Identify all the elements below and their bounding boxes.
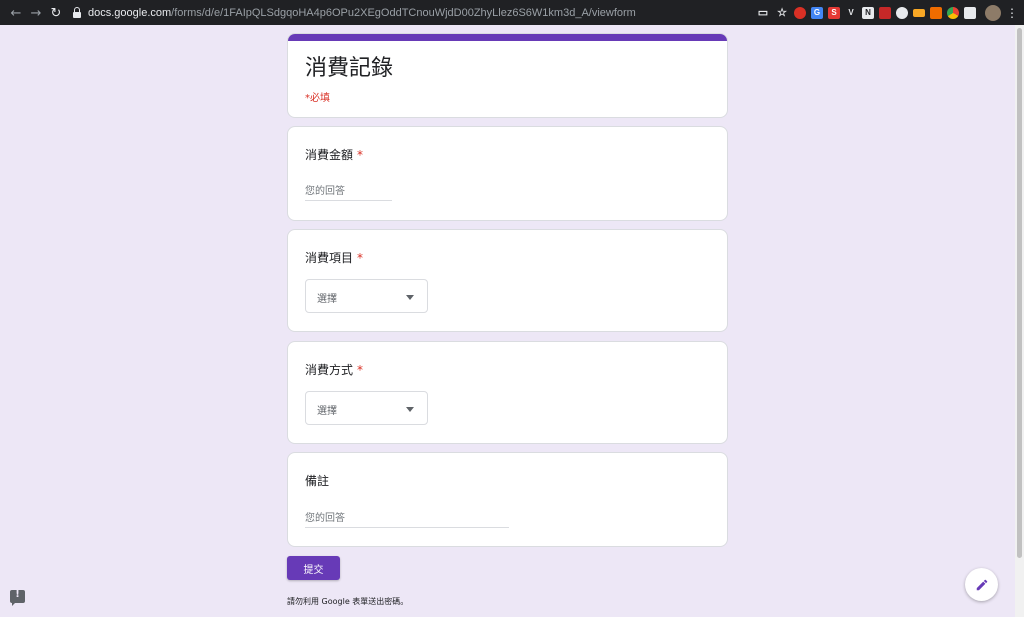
ext-chrome-icon[interactable] [947, 6, 959, 19]
required-asterisk: * [357, 363, 364, 377]
edit-button[interactable] [965, 568, 998, 601]
ext-mail-icon[interactable] [913, 8, 925, 17]
ext-github-icon[interactable] [896, 6, 908, 19]
question-label: 消費項目 [305, 251, 354, 265]
question-title: 消費項目 * [305, 249, 363, 266]
question-label: 消費金額 [305, 148, 354, 162]
question-title: 消費方式 * [305, 361, 363, 378]
caret-down-icon [406, 295, 414, 300]
accent-bar [288, 34, 727, 41]
page-scrollbar[interactable] [1015, 25, 1024, 617]
submit-button[interactable]: 提交 [287, 556, 340, 580]
ext-red-shield-icon[interactable] [794, 6, 806, 19]
question-card-notes: 備註 您的回答 [287, 452, 728, 547]
question-card-method: 消費方式 * 選擇 [287, 341, 728, 444]
required-asterisk: * [357, 251, 364, 265]
scrollbar-thumb[interactable] [1017, 28, 1022, 558]
ext-notion-icon[interactable]: N [862, 6, 874, 19]
question-label: 備註 [305, 474, 330, 488]
ext-fox-icon[interactable] [930, 6, 942, 19]
more-vert-icon[interactable]: ⋮ [1006, 6, 1018, 20]
question-title: 備註 [305, 472, 329, 489]
question-card-amount: 消費金額 * 您的回答 [287, 126, 728, 221]
ext-translate-icon[interactable]: G [811, 6, 823, 19]
item-dropdown[interactable]: 選擇 [305, 279, 428, 313]
reload-icon[interactable]: ↻ [46, 3, 66, 23]
url-path: /forms/d/e/1FAIpQLSdgqoHA4p6OPu2XEgOddTC… [171, 6, 636, 19]
profile-avatar[interactable] [985, 4, 1001, 21]
pencil-icon [976, 579, 987, 590]
star-icon[interactable]: ☆ [775, 7, 789, 19]
address-bar[interactable]: docs.google.com/forms/d/e/1FAIpQLSdgqoHA… [72, 2, 752, 23]
report-problem-icon[interactable] [10, 589, 25, 606]
ext-book-icon[interactable] [879, 6, 891, 19]
extension-bar: ▭ ☆ G S V N ⋮ [756, 4, 1018, 21]
url-host: docs.google.com [88, 6, 172, 19]
question-card-item: 消費項目 * 選擇 [287, 229, 728, 332]
lock-icon [72, 6, 82, 19]
arrow-left-icon[interactable]: ← [6, 3, 26, 23]
required-asterisk: * [357, 148, 364, 162]
cast-icon[interactable]: ▭ [756, 7, 770, 19]
browser-toolbar: ← → ↻ docs.google.com/forms/d/e/1FAIpQLS… [0, 0, 1024, 25]
caret-down-icon [406, 407, 414, 412]
password-warning: 請勿利用 Google 表單送出密碼。 [287, 597, 409, 606]
notes-answer-input[interactable]: 您的回答 [305, 509, 509, 528]
ext-v-icon[interactable]: V [845, 7, 857, 19]
dropdown-label: 選擇 [317, 406, 337, 417]
method-dropdown[interactable]: 選擇 [305, 391, 428, 425]
form-header-card: 消費記錄 *必填 [287, 33, 728, 118]
question-label: 消費方式 [305, 363, 354, 377]
ext-chat-icon[interactable] [964, 6, 976, 19]
dropdown-label: 選擇 [317, 294, 337, 305]
required-note: *必填 [305, 93, 330, 104]
arrow-right-icon[interactable]: → [26, 3, 46, 23]
ext-s-icon[interactable]: S [828, 6, 840, 19]
question-title: 消費金額 * [305, 146, 363, 163]
amount-answer-input[interactable]: 您的回答 [305, 182, 392, 201]
form-title: 消費記錄 [305, 56, 394, 81]
